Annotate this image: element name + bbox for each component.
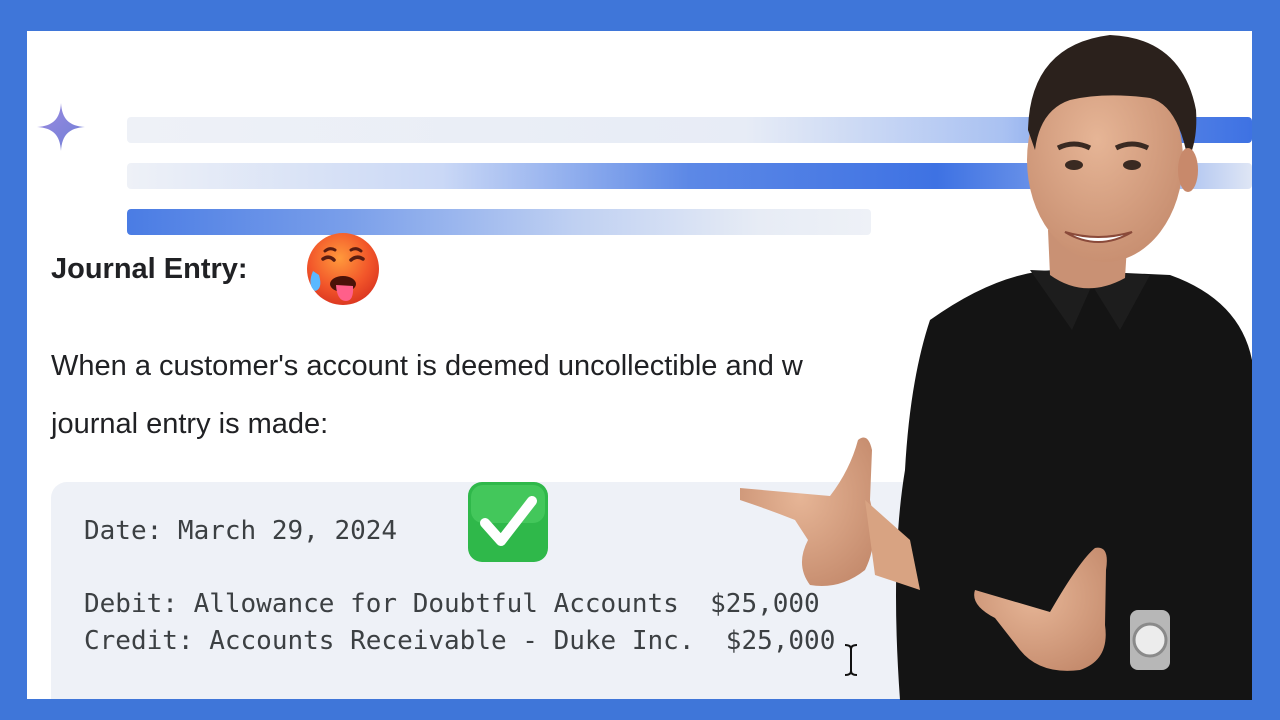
section-heading: Journal Entry: (51, 253, 248, 285)
hot-face-emoji (307, 233, 379, 305)
check-mark-emoji (468, 482, 548, 562)
journal-date: Date: March 29, 2024 (84, 516, 398, 546)
presenter-photo (740, 35, 1252, 700)
sparkle-icon (37, 103, 85, 151)
